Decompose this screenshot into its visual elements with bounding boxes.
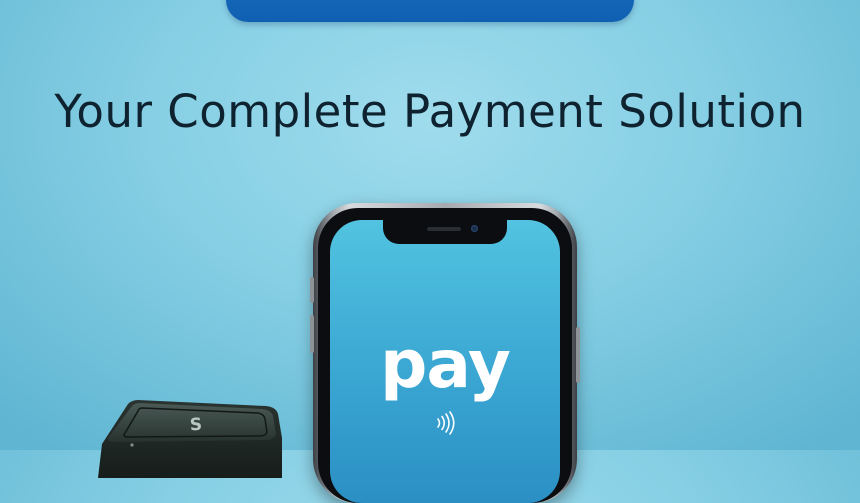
phone-notch: [383, 220, 507, 244]
camera-icon: [471, 225, 478, 232]
reader-led: [130, 443, 134, 447]
phone-bezel: pay: [318, 208, 572, 503]
phone-volume-button: [310, 315, 314, 353]
reader-logo: S: [189, 415, 202, 436]
headline: Your Complete Payment Solution: [54, 85, 806, 138]
phone-side-button: [310, 277, 314, 303]
pay-wordmark: pay: [380, 326, 511, 403]
speaker-grille: [427, 227, 461, 231]
top-banner: [226, 0, 634, 22]
contactless-icon: [437, 411, 455, 435]
phone-image: pay: [310, 203, 580, 503]
phone-power-button: [576, 327, 580, 383]
phone-screen: pay: [330, 220, 560, 503]
card-reader-icon: S: [98, 400, 282, 478]
